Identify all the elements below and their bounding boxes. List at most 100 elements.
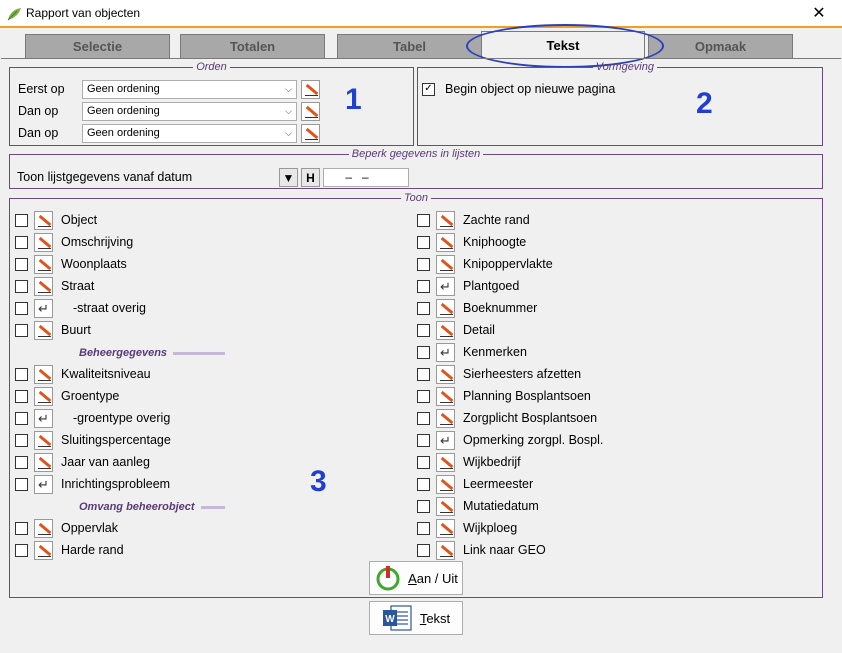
toon-checkbox[interactable] [15, 434, 28, 447]
toon-checkbox[interactable] [15, 302, 28, 315]
edit-button[interactable] [34, 321, 53, 340]
edit-button[interactable] [436, 475, 455, 494]
edit-button[interactable] [301, 124, 320, 143]
toon-checkbox[interactable] [15, 544, 28, 557]
pencil-icon [439, 236, 453, 250]
edit-button[interactable] [436, 321, 455, 340]
annotation-number-1: 1 [345, 83, 362, 116]
newline-button[interactable]: ↵ [436, 277, 455, 296]
close-button[interactable]: ✕ [796, 0, 842, 28]
toon-item-label: Link naar GEO [463, 543, 546, 557]
tekst-button[interactable]: W Tekst [369, 601, 463, 635]
edit-button[interactable] [436, 541, 455, 560]
toon-checkbox[interactable] [15, 456, 28, 469]
tab-totalen[interactable]: Totalen [180, 34, 325, 58]
toon-checkbox[interactable] [15, 368, 28, 381]
edit-button[interactable] [301, 80, 320, 99]
toon-checkbox[interactable] [15, 390, 28, 403]
edit-button[interactable] [436, 365, 455, 384]
begin-object-checkbox[interactable]: ✓ [422, 82, 435, 96]
edit-button[interactable] [436, 519, 455, 538]
newline-button[interactable]: ↵ [436, 343, 455, 362]
toon-checkbox[interactable] [15, 258, 28, 271]
toon-checkbox[interactable] [417, 258, 430, 271]
toon-checkbox[interactable] [417, 214, 430, 227]
edit-button[interactable] [34, 519, 53, 538]
tab-opmaak[interactable]: Opmaak [648, 34, 793, 58]
toon-checkbox[interactable] [15, 412, 28, 425]
enter-icon: ↵ [38, 301, 49, 316]
edit-button[interactable] [34, 387, 53, 406]
edit-button[interactable] [436, 409, 455, 428]
toon-checkbox[interactable] [417, 302, 430, 315]
edit-button[interactable] [34, 277, 53, 296]
edit-button[interactable] [436, 211, 455, 230]
toon-checkbox[interactable] [417, 500, 430, 513]
toon-checkbox[interactable] [417, 236, 430, 249]
enter-icon: ↵ [440, 433, 451, 448]
orden-select[interactable]: Geen ordening ⌵ [82, 102, 297, 121]
edit-button[interactable] [34, 541, 53, 560]
toon-checkbox[interactable] [15, 324, 28, 337]
tab-tekst[interactable]: Tekst [481, 31, 645, 59]
beperk-row: Toon lijstgegevens vanaf datum [17, 167, 192, 187]
toon-item-label: Leermeester [463, 477, 534, 491]
toon-checkbox[interactable] [417, 434, 430, 447]
toon-checkbox[interactable] [417, 522, 430, 535]
toon-item-label: Kwaliteitsniveau [61, 367, 151, 381]
toon-checkbox[interactable] [417, 280, 430, 293]
edit-button[interactable] [436, 255, 455, 274]
edit-button[interactable] [34, 255, 53, 274]
orden-select[interactable]: Geen ordening ⌵ [82, 80, 297, 99]
begin-object-row[interactable]: ✓ Begin object op nieuwe pagina [422, 79, 615, 99]
toon-checkbox[interactable] [15, 280, 28, 293]
toon-item-label: Straat [61, 279, 95, 293]
newline-button[interactable]: ↵ [436, 431, 455, 450]
toon-checkbox[interactable] [417, 456, 430, 469]
toon-checkbox[interactable] [15, 214, 28, 227]
toon-checkbox[interactable] [15, 478, 28, 491]
edit-button[interactable] [301, 102, 320, 121]
toon-checkbox[interactable] [15, 236, 28, 249]
newline-button[interactable]: ↵ [34, 475, 53, 494]
toon-item-label: Sluitingspercentage [61, 433, 171, 447]
pencil-icon [439, 390, 453, 404]
edit-button[interactable] [436, 497, 455, 516]
toon-checkbox[interactable] [417, 390, 430, 403]
edit-button[interactable] [34, 211, 53, 230]
edit-button[interactable] [436, 233, 455, 252]
toon-checkbox[interactable] [417, 544, 430, 557]
aan-uit-button[interactable]: Aan / Uit [369, 561, 463, 595]
pencil-icon [37, 280, 51, 294]
toon-item-label: Omschrijving [61, 235, 134, 249]
date-down-button[interactable]: ▼ [279, 168, 298, 187]
toon-checkbox[interactable] [417, 478, 430, 491]
date-h-button[interactable]: H [301, 168, 320, 187]
toon-checkbox[interactable] [417, 412, 430, 425]
toon-checkbox[interactable] [417, 324, 430, 337]
tab-tabel[interactable]: Tabel [337, 34, 482, 58]
edit-button[interactable] [34, 431, 53, 450]
edit-button[interactable] [436, 453, 455, 472]
pencil-icon [37, 236, 51, 250]
tab-selectie[interactable]: Selectie [25, 34, 170, 58]
beperk-legend: Beperk gegevens in lijsten [351, 148, 481, 160]
edit-button[interactable] [34, 233, 53, 252]
toon-checkbox[interactable] [15, 522, 28, 535]
edit-button[interactable] [436, 387, 455, 406]
toon-item-label: Zorgplicht Bosplantsoen [463, 411, 598, 425]
edit-button[interactable] [34, 453, 53, 472]
edit-button[interactable] [436, 299, 455, 318]
toon-checkbox[interactable] [417, 346, 430, 359]
toon-item-label: Harde rand [61, 543, 124, 557]
orden-select[interactable]: Geen ordening ⌵ [82, 124, 297, 143]
toon-checkbox[interactable] [417, 368, 430, 381]
date-input[interactable]: – – [323, 168, 409, 187]
newline-button[interactable]: ↵ [34, 409, 53, 428]
newline-button[interactable]: ↵ [34, 299, 53, 318]
pencil-icon [304, 105, 318, 119]
enter-icon: ↵ [38, 411, 49, 426]
edit-button[interactable] [34, 365, 53, 384]
chevron-down-icon: ⌵ [285, 128, 292, 138]
toon-item-label: Buurt [61, 323, 91, 337]
